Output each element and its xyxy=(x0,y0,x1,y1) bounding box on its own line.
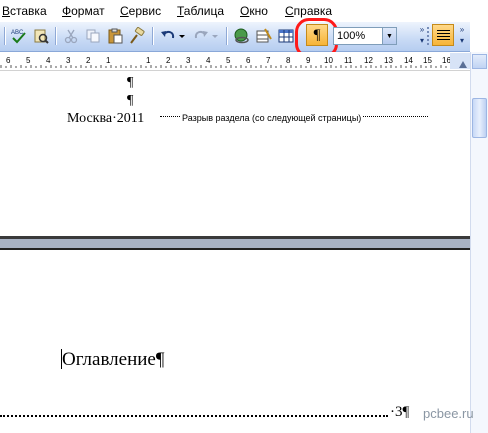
redo-icon[interactable] xyxy=(190,25,212,47)
menu-format[interactable]: Формат xyxy=(62,4,105,18)
menu-window[interactable]: Окно xyxy=(240,4,268,18)
chevron-down-icon[interactable]: ▼ xyxy=(382,28,396,44)
redo-dropdown-icon[interactable] xyxy=(210,25,220,47)
toolbar-options-icon[interactable]: » ▾ xyxy=(418,24,426,46)
toc-heading[interactable]: Оглавление¶ xyxy=(62,349,164,371)
ruler-ticks xyxy=(0,65,447,68)
section-break-label: Разрыв раздела (со следующей страницы) xyxy=(181,113,363,123)
page-separator xyxy=(0,236,470,250)
toolbar-separator xyxy=(226,27,228,45)
research-icon[interactable] xyxy=(30,25,52,47)
hyperlink-icon[interactable] xyxy=(231,25,253,47)
undo-dropdown-icon[interactable] xyxy=(177,25,187,47)
paragraph-mark: ¶ xyxy=(127,75,134,90)
paste-icon[interactable] xyxy=(104,25,126,47)
cut-icon[interactable] xyxy=(60,25,82,47)
menu-help[interactable]: Справка xyxy=(285,4,332,18)
toc-page-number: ·3¶ xyxy=(390,404,410,420)
menu-tools[interactable]: Сервис xyxy=(120,4,161,18)
toolbar-options-icon[interactable]: » ▾ xyxy=(458,24,466,46)
toc-leader-dots xyxy=(0,405,388,417)
standard-toolbar: ABC xyxy=(0,22,470,52)
toolbar-grip[interactable] xyxy=(426,26,430,46)
menu-table[interactable]: Таблица xyxy=(177,4,224,18)
scrollbar-thumb[interactable] xyxy=(472,98,487,138)
spelling-icon[interactable]: ABC xyxy=(8,25,30,47)
zoom-select[interactable]: 100% ▼ xyxy=(333,27,397,45)
right-indent-marker[interactable] xyxy=(459,61,467,68)
toolbar-separator xyxy=(4,27,6,45)
scroll-up-button[interactable] xyxy=(472,54,487,69)
horizontal-ruler[interactable]: 6 5 4 3 2 1 1 2 3 4 5 6 7 8 9 10 11 12 1… xyxy=(0,52,470,71)
format-painter-icon[interactable] xyxy=(126,25,148,47)
toolbar-separator xyxy=(152,27,154,45)
vertical-scrollbar[interactable] xyxy=(470,52,488,433)
menu-bar: Вставка Формат Сервис Таблица Окно Справ… xyxy=(0,0,488,22)
align-justify-icon xyxy=(436,30,450,31)
paragraph-mark: ¶ xyxy=(127,93,134,108)
toolbar-separator xyxy=(55,27,57,45)
undo-icon[interactable] xyxy=(157,25,179,47)
tables-borders-icon[interactable] xyxy=(253,25,275,47)
insert-table-icon[interactable] xyxy=(275,25,297,47)
copy-icon[interactable] xyxy=(82,25,104,47)
zoom-value: 100% xyxy=(337,30,366,42)
watermark: pcbee.ru xyxy=(423,406,474,421)
align-justify-button[interactable] xyxy=(432,24,454,46)
city-year-text: Москва·2011 xyxy=(67,111,145,126)
menu-insert[interactable]: Вставка xyxy=(2,4,47,18)
